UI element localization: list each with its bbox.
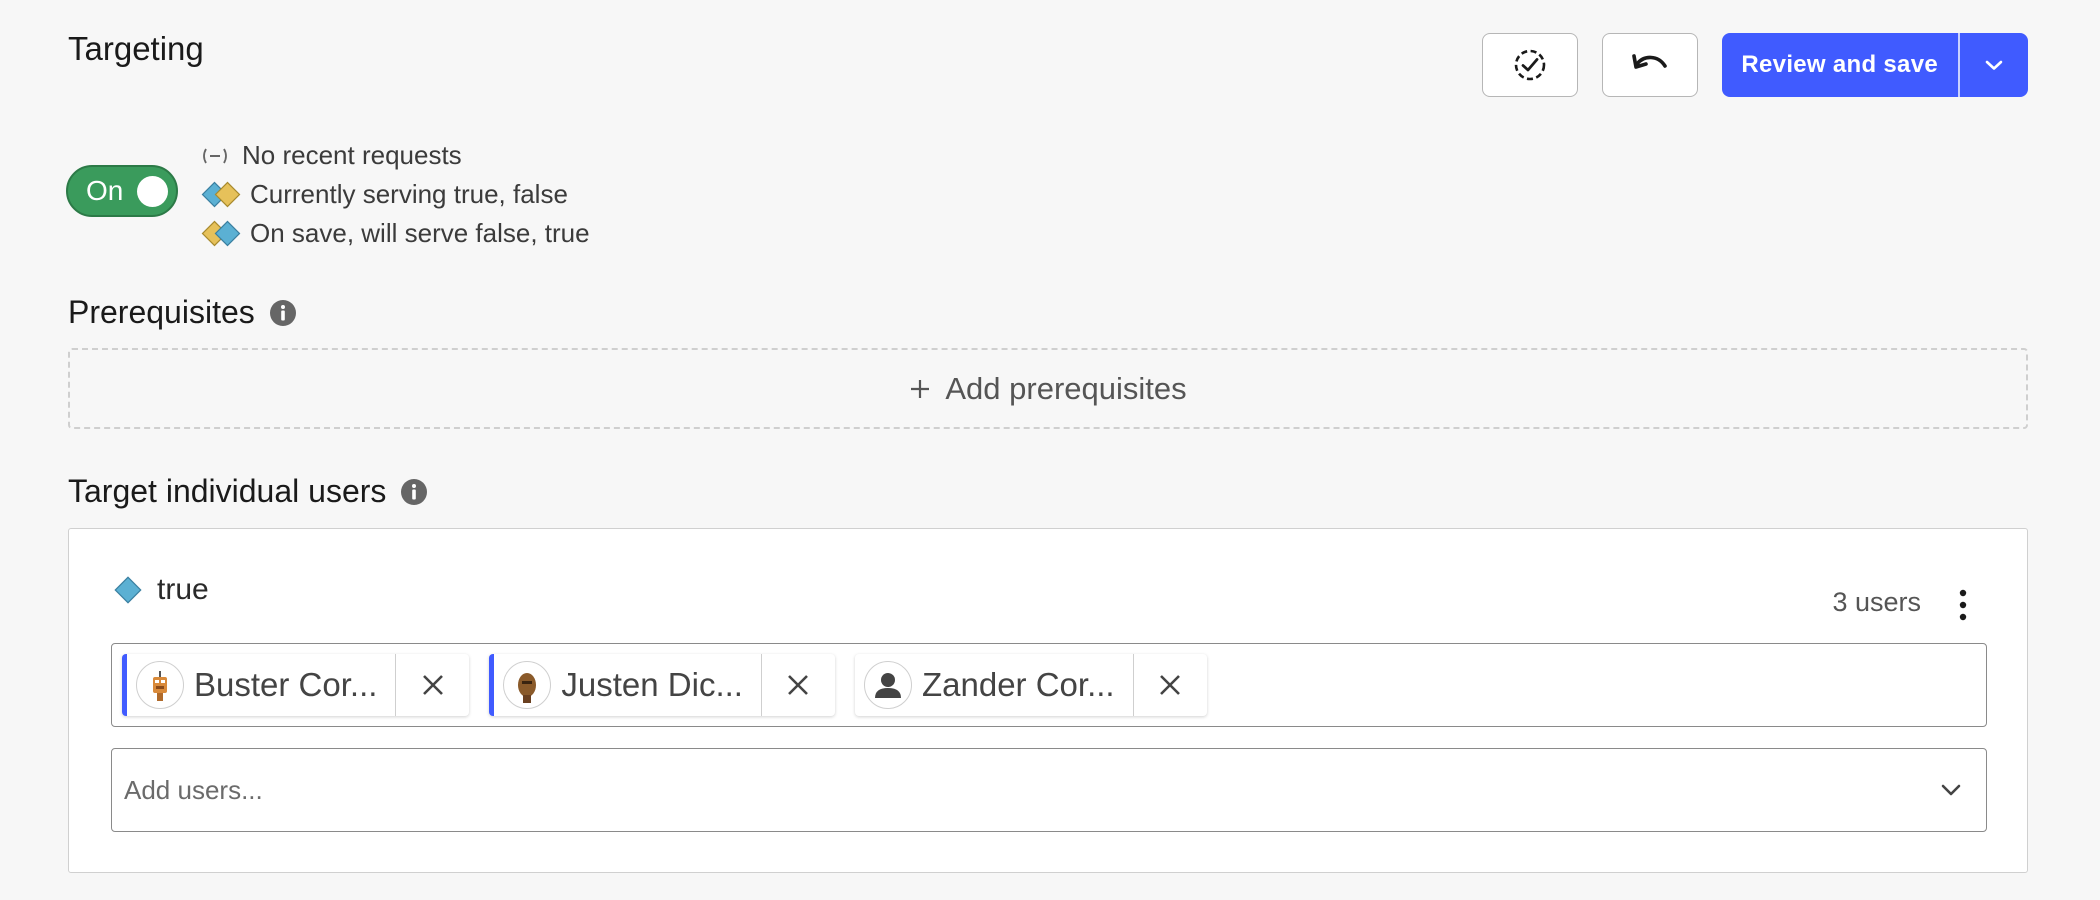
save-options-button[interactable]: [1960, 33, 2028, 97]
target-users-heading: Target individual users: [68, 473, 428, 510]
add-users-input[interactable]: [124, 774, 1824, 806]
toggle-label: On: [86, 175, 124, 206]
status-currently-serving-text: Currently serving true, false: [250, 179, 568, 209]
variation-name: true: [157, 573, 209, 606]
plus-icon: [909, 378, 931, 400]
review-save-group: Review and save: [1722, 33, 2028, 97]
variation-diamond-icon: [111, 573, 145, 607]
user-name: Justen Dic...: [561, 666, 743, 703]
close-icon: [788, 675, 809, 695]
serving-false-true-icon: [200, 219, 250, 249]
toolbar: Review and save: [1482, 33, 2028, 97]
info-icon[interactable]: [269, 299, 297, 327]
person-icon: [874, 673, 901, 698]
history-button[interactable]: [1482, 33, 1579, 97]
avatar: [503, 661, 552, 709]
chevron-down-icon: [1985, 60, 2003, 70]
dashed-check-circle-icon: [1515, 49, 1546, 81]
status-currently-serving: Currently serving true, false: [200, 175, 590, 214]
more-options-button[interactable]: [1951, 585, 1975, 625]
review-and-save-button[interactable]: Review and save: [1722, 33, 1960, 97]
remove-user-button[interactable]: [395, 654, 469, 716]
undo-button[interactable]: [1602, 33, 1699, 97]
user-chip[interactable]: Justen Dic...: [489, 654, 835, 716]
user-chip[interactable]: Zander Cor...: [854, 654, 1207, 716]
targeting-page: Targeting Review and save On No recent r…: [0, 0, 2100, 900]
user-chip[interactable]: Buster Cor...: [122, 654, 470, 716]
close-icon: [422, 675, 443, 695]
target-users-heading-text: Target individual users: [68, 473, 387, 509]
toggle-knob: [137, 176, 168, 207]
selected-users-field[interactable]: Buster Cor... Justen Dic... Zander Cor..…: [111, 643, 1987, 727]
prerequisites-heading-text: Prerequisites: [68, 294, 255, 330]
user-name: Buster Cor...: [194, 666, 378, 703]
remove-user-button[interactable]: [760, 654, 835, 716]
user-name: Zander Cor...: [921, 666, 1115, 703]
info-icon[interactable]: [400, 478, 428, 506]
targeting-toggle[interactable]: On: [66, 165, 178, 217]
add-prerequisites-label: Add prerequisites: [945, 370, 1187, 406]
status-summary: No recent requests Currently serving tru…: [200, 136, 590, 253]
vertical-ellipsis-icon: [1959, 589, 1967, 621]
add-prerequisites-button[interactable]: Add prerequisites: [68, 348, 2028, 429]
avatar: [863, 661, 912, 709]
status-no-requests-text: No recent requests: [242, 140, 462, 170]
status-on-save-text: On save, will serve false, true: [250, 218, 590, 248]
status-no-requests: No recent requests: [200, 136, 590, 175]
avatar: [136, 661, 184, 709]
page-title: Targeting: [68, 30, 204, 67]
remove-user-button[interactable]: [1132, 654, 1207, 716]
add-users-select[interactable]: [111, 748, 1987, 832]
chevron-down-icon[interactable]: [1940, 783, 1962, 797]
status-on-save: On save, will serve false, true: [200, 214, 590, 253]
target-users-card: true 3 users Buster Cor... Justen Dic...…: [68, 528, 2028, 873]
user-count: 3 users: [1832, 587, 1921, 617]
undo-icon: [1632, 54, 1668, 69]
close-icon: [1160, 675, 1180, 695]
serving-true-false-icon: [200, 180, 250, 210]
prerequisites-heading: Prerequisites: [68, 294, 297, 331]
no-requests-icon: [200, 141, 242, 171]
variation-label: true: [111, 573, 209, 607]
